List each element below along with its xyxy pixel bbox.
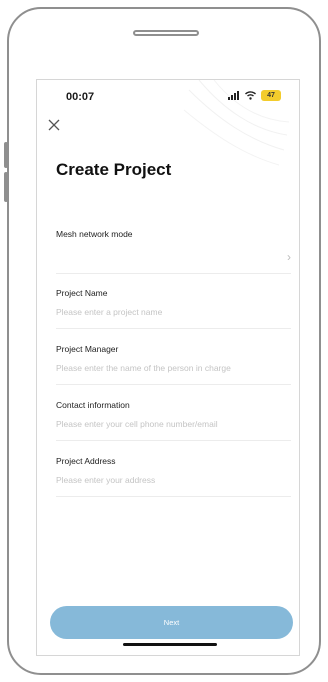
wifi-icon [245, 91, 256, 100]
phone-speaker [133, 30, 199, 36]
divider [56, 496, 291, 497]
chevron-right-icon: › [287, 250, 291, 264]
project-name-label: Project Name [56, 288, 108, 298]
project-manager-input[interactable] [56, 363, 291, 373]
contact-info-input[interactable] [56, 419, 291, 429]
project-manager-label: Project Manager [56, 344, 119, 354]
home-indicator [123, 643, 217, 646]
battery-icon: 47 [261, 90, 281, 101]
page: 00:07 47 Create Project Mesh network mod… [0, 0, 328, 682]
status-time: 00:07 [66, 91, 95, 103]
project-address-field-group: Project Address [56, 456, 291, 498]
project-manager-field-group: Project Manager [56, 344, 291, 386]
side-button-volume-up [4, 142, 8, 168]
next-button[interactable]: Next [50, 606, 293, 639]
divider [56, 273, 291, 274]
signal-icon [228, 91, 239, 100]
status-icons: 47 [228, 90, 281, 101]
divider [56, 440, 291, 441]
project-address-label: Project Address [56, 456, 116, 466]
mesh-mode-label: Mesh network mode [56, 229, 133, 239]
page-title: Create Project [56, 160, 172, 179]
divider [56, 328, 291, 329]
close-icon[interactable] [47, 118, 61, 132]
app-screen: 00:07 47 Create Project Mesh network mod… [36, 79, 300, 656]
project-name-field-group: Project Name [56, 288, 291, 330]
contact-info-field-group: Contact information [56, 400, 291, 442]
project-name-input[interactable] [56, 307, 291, 317]
mesh-mode-select[interactable]: Mesh network mode › [56, 229, 291, 274]
contact-info-label: Contact information [56, 400, 130, 410]
divider [56, 384, 291, 385]
side-button-volume-down [4, 172, 8, 202]
project-address-input[interactable] [56, 475, 291, 485]
